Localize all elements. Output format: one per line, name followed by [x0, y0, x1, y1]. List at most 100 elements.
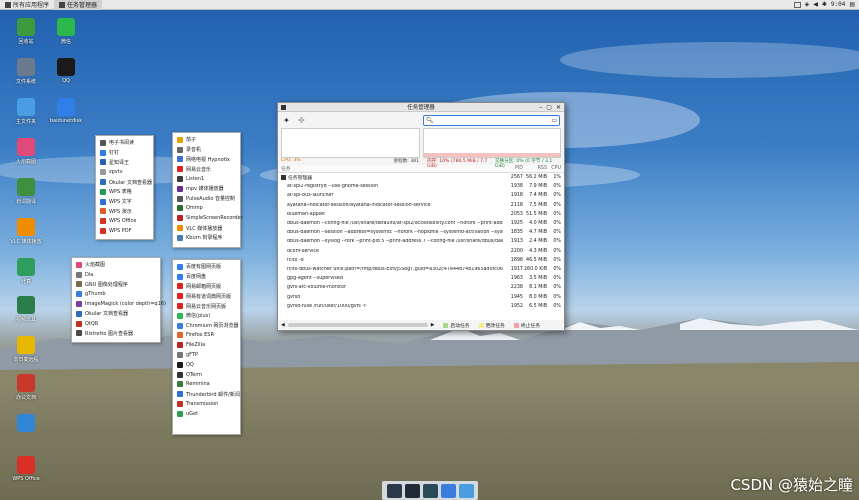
menu-item[interactable]: Chromium 网页浏览器	[173, 321, 240, 331]
applications-menu-button[interactable]: 所有应用程序	[0, 0, 54, 10]
table-row[interactable]: dbus-daemon --session --address=systemd:…	[278, 228, 564, 237]
table-row[interactable]: at-spi2-registryd --use-gnome-session 193…	[278, 182, 564, 191]
menu-item[interactable]: QtQR	[72, 319, 160, 329]
menu-item[interactable]: WPS 表格	[96, 187, 153, 197]
bluetooth-icon[interactable]: ✱	[822, 1, 827, 8]
menu-item[interactable]: WPS PDF	[96, 226, 153, 236]
desktop-icon[interactable]: baidunetdisk	[42, 98, 90, 124]
desktop-icon[interactable]: 计算	[2, 258, 50, 285]
table-row[interactable]: dbus-daemon --config-file /usr/share/def…	[278, 219, 564, 228]
desktop-icon[interactable]	[2, 414, 50, 434]
menu-item[interactable]: PulseAudio 音量控制	[173, 194, 240, 204]
search-input[interactable]	[435, 116, 550, 124]
search-box[interactable]: 🔍︎ ▭	[423, 114, 560, 126]
column-pid[interactable]: PID	[503, 166, 523, 171]
desktop-icon[interactable]: 办公文档	[2, 374, 50, 401]
desktop-icon[interactable]: 视频工具	[2, 296, 50, 323]
scroll-right-icon[interactable]: ▶	[431, 323, 435, 328]
menu-item[interactable]: 网易云音乐	[173, 164, 240, 174]
menu-item[interactable]: 微信(plus)	[173, 311, 240, 321]
clear-search-icon[interactable]: ▭	[551, 117, 557, 124]
menu-item[interactable]: Transmission	[173, 399, 240, 409]
column-task[interactable]: 任务	[281, 165, 503, 172]
menu-item[interactable]: 录音机	[173, 145, 240, 155]
menu-item[interactable]: Thunderbird 邮件/新闻	[173, 389, 240, 399]
menu-item[interactable]: zpvtv	[96, 167, 153, 177]
task-manager-icon[interactable]	[422, 483, 438, 498]
menu-item[interactable]: QQ	[173, 360, 240, 370]
window-titlebar[interactable]: 任务管理器 – ▢ ✕	[278, 103, 564, 112]
desktop-icon[interactable]: QQ	[42, 58, 90, 84]
search-icon[interactable]	[440, 483, 456, 498]
menu-item[interactable]: Ristretto 图片查看器	[72, 329, 160, 339]
menu-item[interactable]: 火焰截图	[72, 260, 160, 270]
menu-item[interactable]: mpv 媒体播放器	[173, 184, 240, 194]
taskbar-task-manager[interactable]: 任务管理器	[54, 0, 103, 10]
menu-item[interactable]: VLC 媒体播放器	[173, 223, 240, 233]
table-row[interactable]: dbus-daemon --syslog --fork --print-pid …	[278, 237, 564, 246]
menu-item[interactable]: Listen1	[173, 174, 240, 184]
table-row[interactable]: gvfs-afc-volume-monitor 2238 8.1 MiB 0%	[278, 283, 564, 292]
menu-item[interactable]: Firefox ESR	[173, 331, 240, 341]
desktop-icon[interactable]: 火焰截图	[2, 138, 50, 165]
clock[interactable]: 9:04	[831, 1, 845, 8]
table-row[interactable]: at-spi-bus-launcher 1918 7.4 MiB 0%	[278, 191, 564, 200]
network-icon[interactable]: ◈	[805, 1, 810, 8]
table-row[interactable]: gpg-agent --supervised 1963 3.5 MiB 0%	[278, 274, 564, 283]
workspace-switcher-icon[interactable]	[793, 1, 801, 8]
desktop-icon[interactable]: 向日葵远程	[2, 336, 50, 363]
close-icon[interactable]: ✕	[556, 104, 561, 111]
maximize-icon[interactable]: ▢	[546, 104, 552, 111]
menu-item[interactable]: FileZilla	[173, 340, 240, 350]
scroll-left-icon[interactable]: ◀	[281, 323, 285, 328]
column-rss[interactable]: RSS	[523, 166, 547, 171]
volume-icon[interactable]: ◀	[813, 1, 818, 8]
menu-item[interactable]: 茄子	[173, 135, 240, 145]
menu-item[interactable]: 网易邮箱网页版	[173, 282, 240, 292]
table-row[interactable]: ayatana-indicator-session/ayatana-indica…	[278, 201, 564, 210]
menu-item[interactable]: 百度网盘	[173, 272, 240, 282]
table-row[interactable]: gvfsd-fuse /run/user/1000/gvfs -f 1952 6.5…	[278, 302, 564, 311]
menu-item[interactable]: Kburn 刻录程序	[173, 233, 240, 243]
menu-item[interactable]: WPS 演示	[96, 207, 153, 217]
desktop-icon[interactable]: 划词翻译	[2, 178, 50, 205]
desktop-icon[interactable]: VLC 媒体播放	[2, 218, 50, 245]
menu-item[interactable]: Qmmp	[173, 204, 240, 214]
menu-item[interactable]: gThumb	[72, 289, 160, 299]
menu-item[interactable]: 钉钉	[96, 148, 153, 158]
menu-item[interactable]: Okular 文档查看器	[72, 309, 160, 319]
pick-window-icon[interactable]: ✜	[297, 116, 306, 125]
terminal-icon[interactable]	[404, 483, 420, 498]
desktop-icon[interactable]: WPS Office	[2, 456, 50, 482]
menu-item[interactable]: Okular 文档查看器	[96, 177, 153, 187]
menu-item[interactable]: WPS Office	[96, 216, 153, 226]
table-row[interactable]: 任务管理器 2567 56.2 MiB 1%	[278, 173, 564, 182]
table-row[interactable]: fcitx-dbus-watcher unix:path=/tmp/dbus-E…	[278, 265, 564, 274]
horizontal-scrollbar[interactable]	[287, 323, 428, 327]
table-row[interactable]: fcitx -d 1898 46.5 MiB 0%	[278, 256, 564, 265]
menu-item[interactable]: Dia	[72, 270, 160, 280]
menu-item[interactable]: gFTP	[173, 350, 240, 360]
menu-item[interactable]: Remmina	[173, 380, 240, 390]
table-row[interactable]: gvfsd 1945 8.0 MiB 0%	[278, 292, 564, 301]
menu-item[interactable]: 星知译王	[96, 158, 153, 168]
menu-item[interactable]: 电子书阅读	[96, 138, 153, 148]
column-cpu[interactable]: CPU	[547, 166, 561, 171]
desktop-icon[interactable]: 微信	[42, 18, 90, 45]
minimize-icon[interactable]: –	[539, 104, 542, 111]
table-row[interactable]: blueman-applet 2053 51.5 MiB 0%	[278, 210, 564, 219]
menu-item[interactable]: 百度有图网页版	[173, 262, 240, 272]
menu-item[interactable]: uGet	[173, 409, 240, 419]
file-manager-icon[interactable]	[458, 483, 474, 498]
menu-item[interactable]: 网易有道词典网页版	[173, 291, 240, 301]
settings-icon[interactable]: ✦	[282, 116, 291, 125]
show-desktop-icon[interactable]	[386, 483, 402, 498]
menu-item[interactable]: SimpleScreenRecorder	[173, 213, 243, 223]
menu-item[interactable]: 网络电视 Hypnotix	[173, 155, 240, 165]
menu-item[interactable]: ImageMagick (color depth=q16)	[72, 299, 166, 309]
menu-item[interactable]: GNU 图像处理程序	[72, 280, 160, 290]
menu-item[interactable]: 网易云音乐网页版	[173, 301, 240, 311]
menu-item[interactable]: WPS 文字	[96, 197, 153, 207]
session-menu-icon[interactable]: ▤	[849, 1, 855, 8]
table-row[interactable]: dconf-service 2200 4.3 MiB 0%	[278, 247, 564, 256]
